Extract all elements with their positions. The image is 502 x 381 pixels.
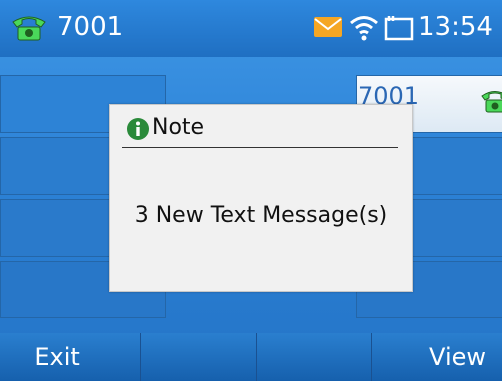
phone-icon [12, 16, 46, 41]
screen-icon [384, 16, 414, 41]
status-bar: 7001 13:54 [0, 0, 502, 57]
dialog-divider [122, 147, 398, 148]
phone-icon [481, 91, 502, 113]
mail-icon [314, 17, 342, 37]
info-icon [127, 118, 149, 140]
status-time: 13:54 [418, 12, 493, 42]
phone-screen: 7001 13:54 7001 Note 3 New Text Message(… [0, 0, 502, 381]
softkey-bar: Exit View [0, 333, 502, 381]
status-account: 7001 [57, 12, 124, 42]
softkey-3[interactable] [257, 333, 372, 381]
note-dialog: Note 3 New Text Message(s) [109, 104, 413, 292]
wifi-icon [350, 16, 378, 41]
dialog-title: Note [152, 115, 205, 140]
exit-softkey[interactable]: Exit [0, 333, 142, 381]
softkey-2[interactable] [141, 333, 257, 381]
view-softkey[interactable]: View [372, 333, 502, 381]
dialog-message: 3 New Text Message(s) [134, 203, 388, 228]
